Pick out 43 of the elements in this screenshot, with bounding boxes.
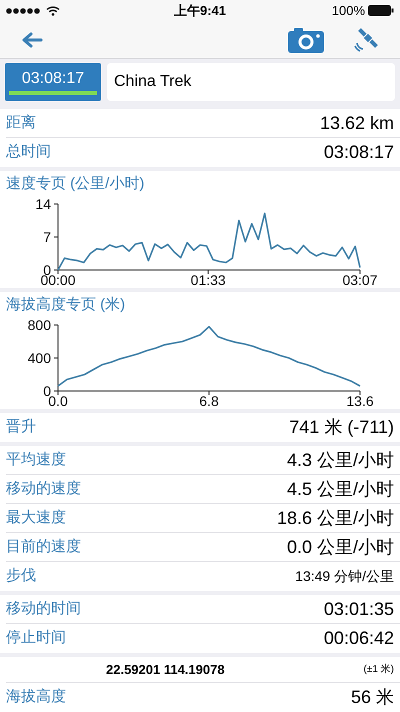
row-value: 18.6 公里/小时	[276, 506, 394, 530]
row-label: 距离	[6, 112, 36, 133]
row-value: 741 米 (-711)	[289, 416, 394, 439]
coordinates: 22.59201 114.19078	[106, 660, 225, 679]
row-value: 03:01:35	[324, 598, 394, 620]
row-value: 00:06:42	[324, 627, 394, 650]
row-label: 步伐	[6, 566, 36, 586]
y-tick-label: 800	[28, 317, 51, 333]
row-value: 4.3 公里/小时	[286, 448, 394, 472]
clock: 上午9:41	[174, 2, 226, 20]
row-value: 56 米	[350, 686, 394, 709]
x-tick-label: 13.6	[346, 393, 374, 409]
y-tick-label: 14	[35, 196, 51, 212]
x-tick-label: 6.8	[199, 393, 219, 409]
row-label: 停止时间	[6, 628, 66, 648]
accuracy: (±1 米)	[364, 662, 394, 677]
signal-icon	[6, 8, 42, 14]
row-label: 移动的时间	[6, 598, 81, 619]
row-value: 4.5 公里/小时	[286, 478, 394, 500]
row-label: 总时间	[6, 142, 51, 162]
camera-button[interactable]	[288, 26, 324, 54]
y-tick-label: 7	[43, 229, 51, 245]
row-label: 最大速度	[6, 508, 66, 528]
row-value: 13.62 km	[320, 112, 394, 134]
battery-icon	[368, 5, 394, 16]
row-value: 0.0 公里/小时	[286, 536, 394, 558]
row-label: 晋升	[6, 417, 36, 438]
row-label: 海拔高度	[6, 687, 66, 708]
row-label: 移动的速度	[6, 478, 81, 499]
satellite-button[interactable]	[352, 26, 380, 54]
chart-title: 海拔高度专页 (米)	[6, 295, 126, 315]
row-label: 目前的速度	[6, 536, 81, 557]
row-label: 平均速度	[6, 450, 66, 470]
wifi-icon	[46, 6, 60, 16]
battery-percent: 100%	[332, 2, 365, 20]
row-value: 13:49 分钟/公里	[295, 567, 394, 586]
timer-badge: 03:08:17	[5, 63, 101, 101]
x-tick-label: 01:33	[190, 272, 226, 288]
row-value: 03:08:17	[324, 141, 394, 164]
track-name-field[interactable]: China Trek	[107, 63, 395, 101]
chart-title: 速度专页 (公里/小时)	[6, 174, 146, 194]
x-tick-label: 03:07	[342, 272, 378, 288]
y-tick-label: 400	[28, 350, 51, 366]
